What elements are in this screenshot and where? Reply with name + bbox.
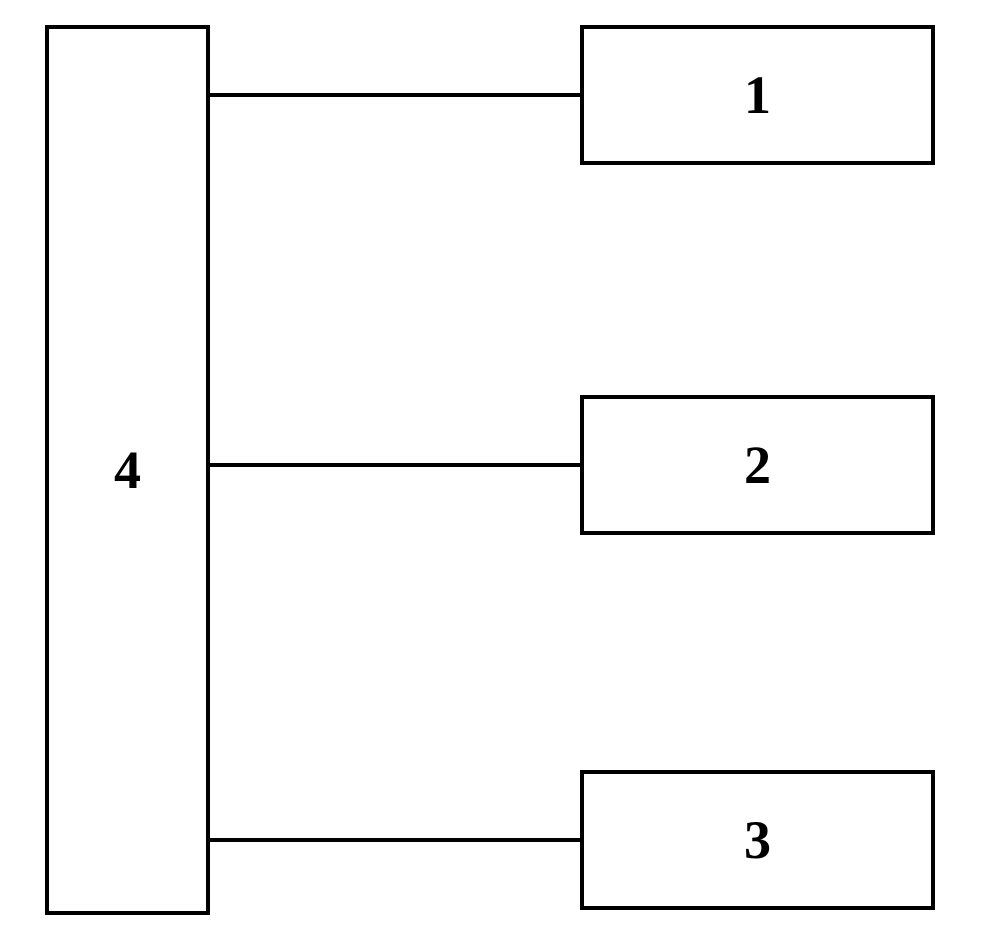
connector-4-to-3: [210, 838, 580, 842]
block-2-label: 2: [744, 434, 771, 496]
block-1: 1: [580, 25, 935, 165]
connector-4-to-1: [210, 93, 580, 97]
block-2: 2: [580, 395, 935, 535]
block-1-label: 1: [744, 64, 771, 126]
block-4: 4: [45, 25, 210, 915]
block-4-label: 4: [114, 439, 141, 501]
connector-4-to-2: [210, 463, 580, 467]
block-3: 3: [580, 770, 935, 910]
block-3-label: 3: [744, 809, 771, 871]
